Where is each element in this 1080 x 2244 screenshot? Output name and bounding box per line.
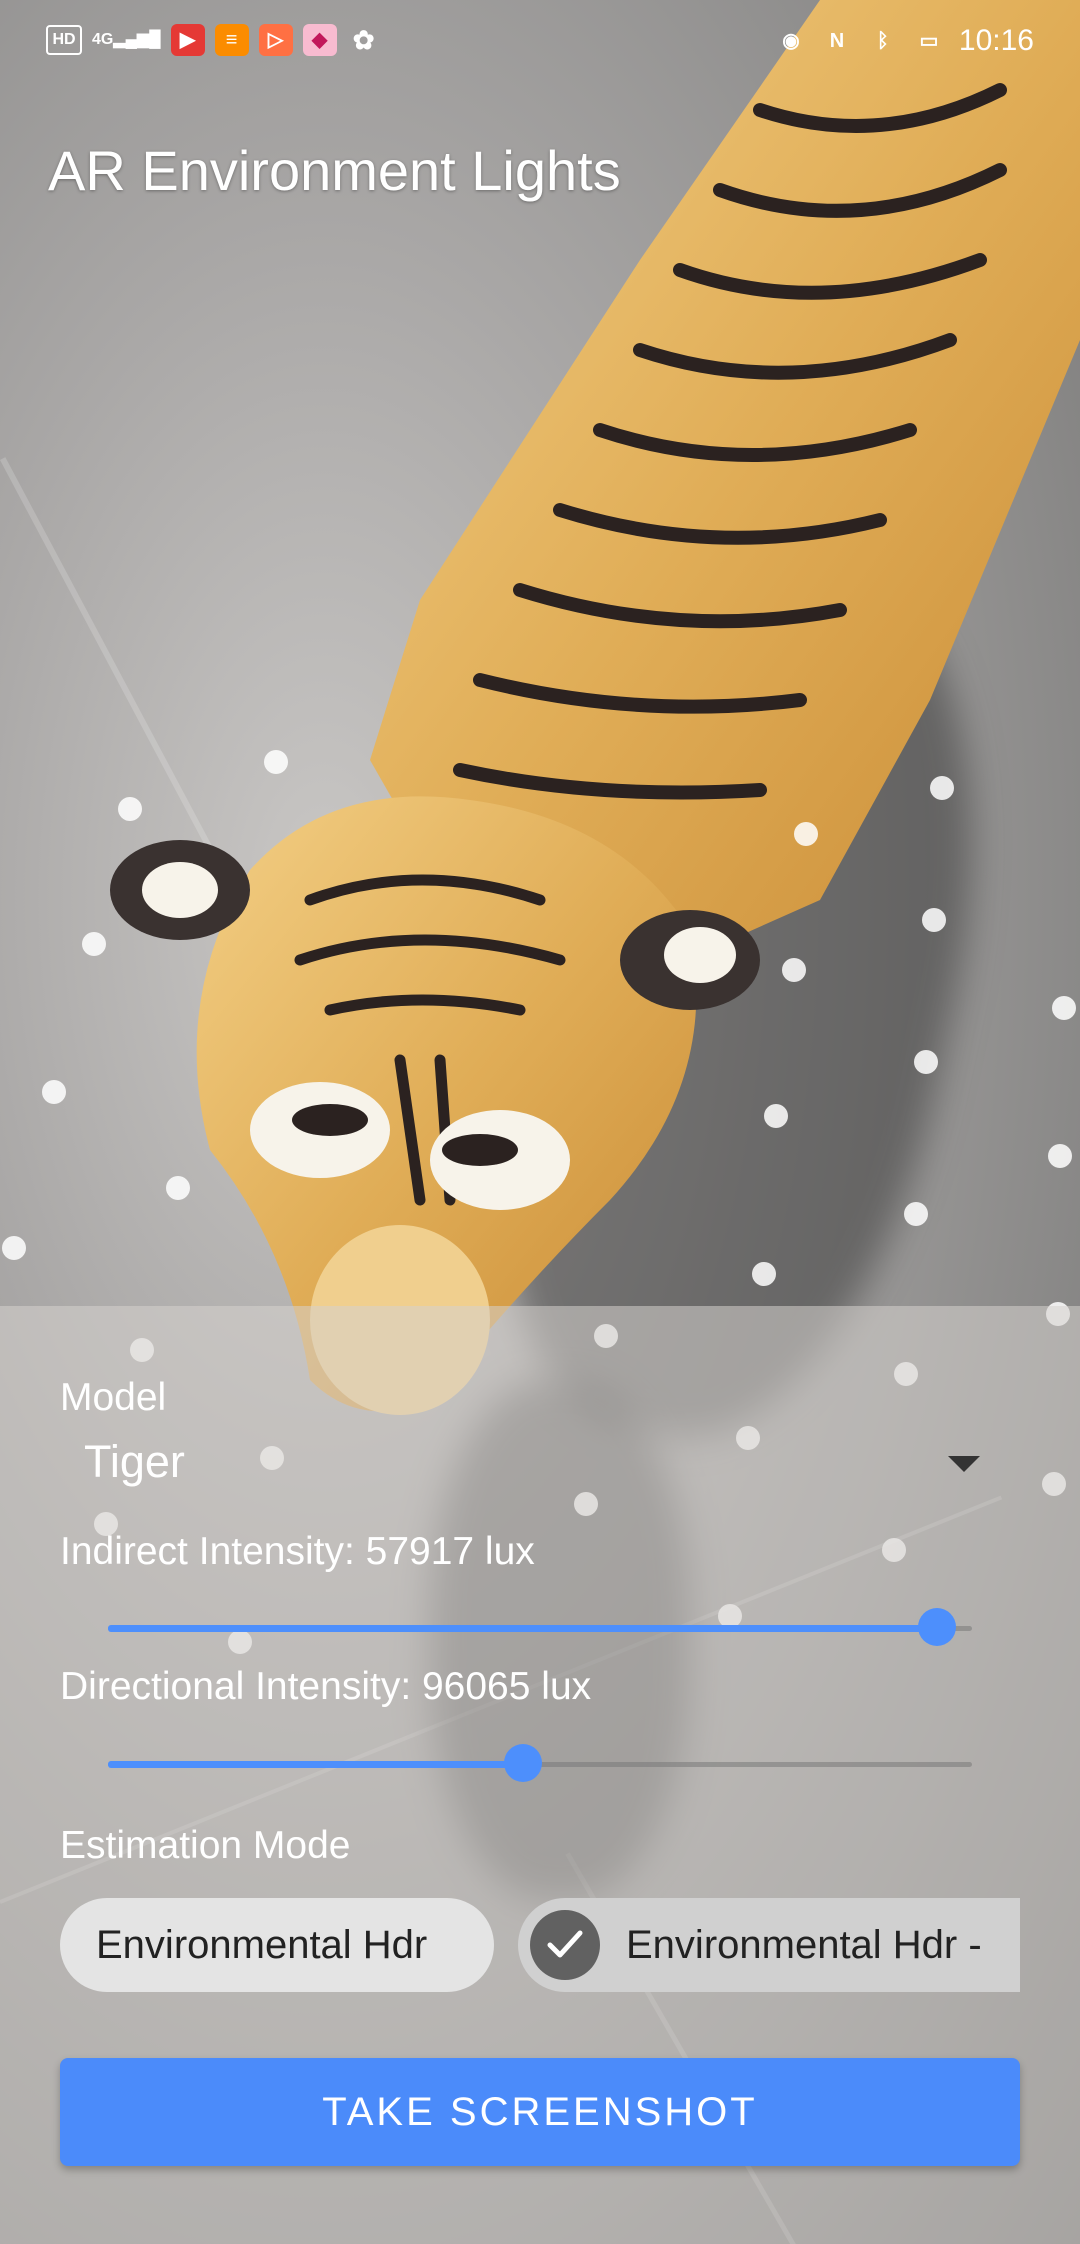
nfc-icon: N: [829, 30, 845, 52]
light-probe-dot: [922, 908, 946, 932]
check-icon: [530, 1910, 600, 1980]
light-probe-dot: [794, 822, 818, 846]
tiger-model[interactable]: [0, 0, 1080, 1500]
news-app-icon: ≡: [214, 24, 249, 56]
light-probe-dot: [118, 797, 142, 821]
indirect-intensity-slider[interactable]: [108, 1608, 972, 1648]
light-probe-dot: [764, 1104, 788, 1128]
player-app-icon: ▷: [258, 24, 293, 56]
light-probe-dot: [264, 750, 288, 774]
light-probe-dot: [42, 1080, 66, 1104]
model-label: Model: [60, 1376, 167, 1419]
slider-thumb[interactable]: [918, 1608, 957, 1646]
network-type: 4G: [92, 31, 114, 48]
hd-badge: HD: [46, 25, 82, 55]
estimation-mode-label: Estimation Mode: [60, 1824, 351, 1867]
chip-label: Environmental Hdr -: [626, 1923, 982, 1967]
light-probe-dot: [1052, 996, 1076, 1020]
model-selected-value: Tiger: [84, 1436, 185, 1487]
eye-comfort-icon: ◉: [782, 30, 800, 52]
light-probe-dot: [82, 932, 106, 956]
wechat-icon: ✿: [352, 25, 375, 55]
slider-fill: [108, 1625, 938, 1632]
signal-icon: 4G▂▄▆█: [92, 31, 161, 48]
dropdown-caret-icon: [948, 1456, 980, 1472]
slider-fill: [108, 1761, 523, 1768]
indirect-intensity-label: Indirect Intensity: 57917 lux: [60, 1530, 535, 1573]
directional-intensity-slider[interactable]: [108, 1744, 972, 1784]
light-probe-dot: [904, 1202, 928, 1226]
gift-app-icon: ◆: [302, 24, 337, 56]
clock: 10:16: [958, 24, 1034, 57]
light-probe-dot: [1048, 1144, 1072, 1168]
status-bar: HD 4G▂▄▆█ ▶ ≡ ▷ ◆ ✿ ◉ N ᛒ ▭ 10:16: [0, 0, 1080, 86]
light-probe-dot: [782, 958, 806, 982]
battery-icon: ▭: [919, 30, 939, 52]
estimation-option-environmental-hdr[interactable]: Environmental Hdr: [60, 1898, 494, 1992]
light-probe-dot: [752, 1262, 776, 1286]
model-dropdown[interactable]: Tiger: [60, 1422, 980, 1506]
light-probe-dot: [930, 776, 954, 800]
directional-intensity-label: Directional Intensity: 96065 lux: [60, 1665, 592, 1708]
light-probe-dot: [2, 1236, 26, 1260]
estimation-option-environmental-hdr-full[interactable]: Environmental Hdr -: [518, 1898, 1020, 1992]
chip-label: Environmental Hdr: [96, 1923, 428, 1967]
video-app-icon: ▶: [170, 24, 205, 56]
bluetooth-icon: ᛒ: [876, 30, 889, 52]
slider-thumb[interactable]: [503, 1744, 542, 1782]
app-title: AR Environment Lights: [48, 139, 621, 202]
light-probe-dot: [166, 1176, 190, 1200]
light-probe-dot: [914, 1050, 938, 1074]
take-screenshot-button[interactable]: TAKE SCREENSHOT: [60, 2058, 1020, 2166]
